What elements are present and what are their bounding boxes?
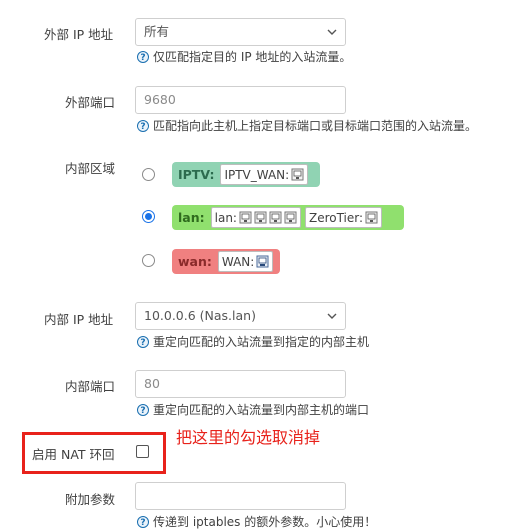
zone-chip-zerotier: ZeroTier: xyxy=(304,207,383,228)
zone-chip-lan: lan: xyxy=(210,207,301,228)
extra-args-hint-text: 传递到 iptables 的额外参数。小心使用！ xyxy=(153,515,377,529)
zone-chip-label: IPTV_WAN: xyxy=(224,167,290,182)
question-circle-icon: ? xyxy=(137,335,149,348)
question-circle-icon: ? xyxy=(137,515,149,528)
external-ip-hint: ? 仅匹配指定目的 IP 地址的入站流量。 xyxy=(137,48,351,65)
zone-name-wan: wan: xyxy=(178,254,212,269)
internal-port-label: 内部端口 xyxy=(65,379,116,394)
external-ip-label: 外部 IP 地址 xyxy=(44,27,114,42)
zone-name-iptv: IPTV: xyxy=(178,167,215,182)
internal-port-hint-text: 重定向匹配的入站流量到内部主机的端口 xyxy=(153,403,370,417)
zone-name-lan: lan: xyxy=(178,210,205,225)
internal-ip-label: 内部 IP 地址 xyxy=(44,312,114,327)
external-port-hint-text: 匹配指向此主机上指定目标端口或目标端口范围的入站流量。 xyxy=(153,119,478,133)
internal-ip-value: 10.0.0.6 (Nas.lan) xyxy=(144,308,256,323)
network-device-icon xyxy=(254,211,267,224)
question-circle-icon: ? xyxy=(137,119,149,132)
zone-radio-wan[interactable] xyxy=(142,254,155,267)
network-device-icon xyxy=(365,211,378,224)
zone-badge-wan[interactable]: wan: WAN: xyxy=(172,249,280,274)
external-ip-select[interactable]: 所有 xyxy=(135,18,346,46)
extra-args-label: 附加参数 xyxy=(65,492,116,507)
internal-port-hint: ? 重定向匹配的入站流量到内部主机的端口 xyxy=(137,401,369,418)
question-circle-icon: ? xyxy=(137,50,149,63)
chevron-down-icon xyxy=(327,313,337,319)
external-ip-value: 所有 xyxy=(144,24,170,39)
extra-args-input[interactable] xyxy=(135,482,346,510)
chevron-down-icon xyxy=(327,29,337,35)
zone-chip-wan: WAN: xyxy=(217,251,274,272)
zone-chip-iptv-wan: IPTV_WAN: xyxy=(220,164,309,185)
zone-radio-lan[interactable] xyxy=(142,210,155,223)
port-forward-form: 外部 IP 地址 所有 ? 仅匹配指定目的 IP 地址的入站流量。 外部端口 9… xyxy=(0,0,514,530)
external-port-label: 外部端口 xyxy=(65,95,116,110)
network-device-icon xyxy=(256,255,269,268)
external-port-input[interactable]: 9680 xyxy=(135,86,346,114)
zone-chip-label: lan: xyxy=(214,210,237,225)
extra-args-hint: ? 传递到 iptables 的额外参数。小心使用！ xyxy=(137,513,376,530)
internal-port-input[interactable]: 80 xyxy=(135,370,346,398)
network-device-icon xyxy=(239,211,252,224)
zone-badge-lan[interactable]: lan: lan: ZeroTier: xyxy=(172,205,404,230)
annotation-text: 把这里的勾选取消掉 xyxy=(176,428,321,447)
internal-ip-hint: ? 重定向匹配的入站流量到指定的内部主机 xyxy=(137,333,369,350)
zone-radio-iptv[interactable] xyxy=(142,168,155,181)
external-port-hint: ? 匹配指向此主机上指定目标端口或目标端口范围的入站流量。 xyxy=(137,117,477,134)
zone-badge-iptv[interactable]: IPTV: IPTV_WAN: xyxy=(172,162,320,187)
network-device-icon xyxy=(291,168,304,181)
question-circle-icon: ? xyxy=(137,403,149,416)
network-device-icon xyxy=(269,211,282,224)
internal-ip-hint-text: 重定向匹配的入站流量到指定的内部主机 xyxy=(153,335,370,349)
network-device-icon xyxy=(284,211,297,224)
external-ip-hint-text: 仅匹配指定目的 IP 地址的入站流量。 xyxy=(153,50,352,64)
nat-loopback-label: 启用 NAT 环回 xyxy=(32,447,115,462)
zone-chip-label: WAN: xyxy=(221,254,255,269)
nat-loopback-checkbox[interactable] xyxy=(136,445,149,458)
zone-chip-label: ZeroTier: xyxy=(308,210,364,225)
internal-zone-label: 内部区域 xyxy=(65,161,116,176)
internal-ip-select[interactable]: 10.0.0.6 (Nas.lan) xyxy=(135,302,346,330)
